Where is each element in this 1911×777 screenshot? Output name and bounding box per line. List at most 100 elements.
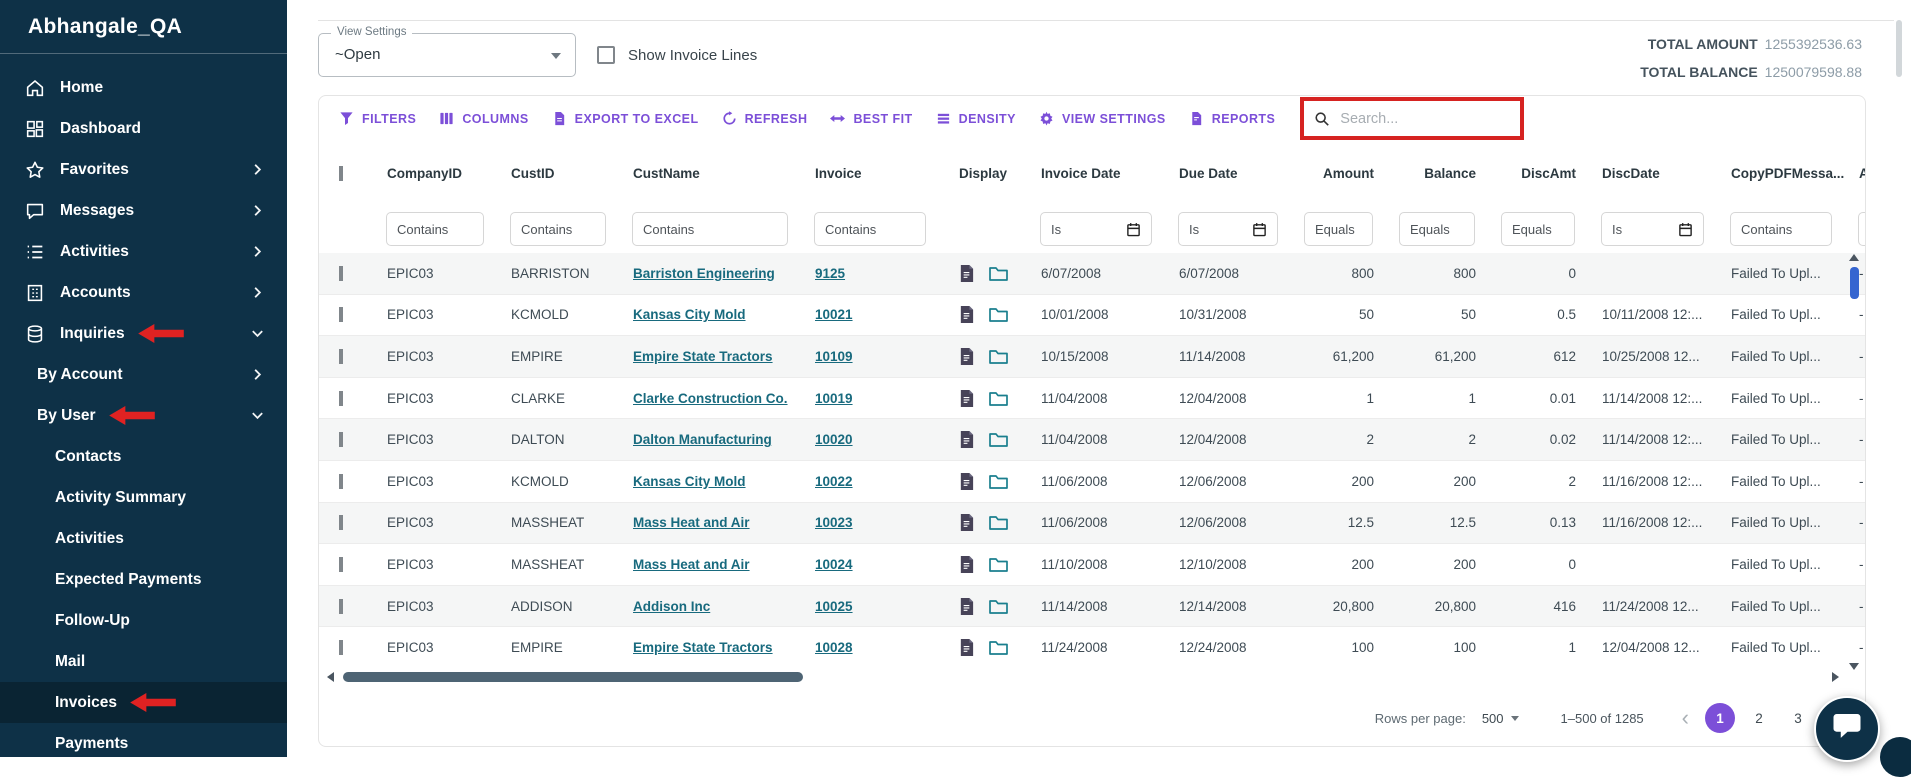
- folder-icon[interactable]: [988, 348, 1009, 365]
- customer-link[interactable]: Mass Heat and Air: [633, 515, 750, 530]
- filter-input-balance[interactable]: Equals: [1399, 212, 1475, 246]
- filter-input-disc_amt[interactable]: Equals: [1501, 212, 1575, 246]
- column-header-company[interactable]: CompanyID: [373, 166, 497, 181]
- rows-per-page-select[interactable]: 500: [1482, 711, 1519, 726]
- row-checkbox[interactable]: [339, 556, 343, 572]
- page-scrollbar-fragment[interactable]: [1896, 20, 1902, 77]
- filters-button[interactable]: FILTERS: [339, 111, 416, 126]
- vertical-scroll-thumb[interactable]: [1849, 267, 1859, 299]
- folder-icon[interactable]: [988, 431, 1009, 448]
- sidebar-item-inquiries[interactable]: Inquiries: [0, 313, 287, 354]
- scroll-right-arrow[interactable]: [1832, 672, 1839, 682]
- column-header-disc_date[interactable]: DiscDate: [1588, 166, 1717, 181]
- column-header-assigned[interactable]: Ass...: [1845, 166, 1865, 181]
- row-checkbox[interactable]: [339, 598, 343, 614]
- column-header-disc_amt[interactable]: DiscAmt: [1488, 166, 1588, 181]
- sidebar-item-follow-up[interactable]: Follow-Up: [0, 600, 287, 641]
- filter-input-invoice_date[interactable]: Is: [1040, 212, 1152, 246]
- folder-icon[interactable]: [988, 306, 1009, 323]
- pdf-document-icon[interactable]: [958, 513, 975, 532]
- chevron-right-icon[interactable]: [250, 162, 265, 177]
- invoice-link[interactable]: 10020: [815, 432, 853, 447]
- show-invoice-lines-checkbox[interactable]: [597, 46, 615, 64]
- invoice-link[interactable]: 10023: [815, 515, 853, 530]
- chevron-right-icon[interactable]: [250, 203, 265, 218]
- sidebar-item-contacts[interactable]: Contacts: [0, 436, 287, 477]
- sidebar-item-by-account[interactable]: By Account: [0, 354, 287, 395]
- sidebar-item-dashboard[interactable]: Dashboard: [0, 108, 287, 149]
- row-checkbox[interactable]: [339, 348, 343, 364]
- scroll-down-arrow[interactable]: [1849, 663, 1859, 670]
- sidebar-item-activity-summary[interactable]: Activity Summary: [0, 477, 287, 518]
- column-header-copy_pdf[interactable]: CopyPDFMessa...: [1717, 166, 1845, 181]
- column-header-balance[interactable]: Balance: [1386, 166, 1488, 181]
- page-button-1[interactable]: 1: [1705, 703, 1735, 733]
- prev-page-button[interactable]: ‹: [1682, 707, 1689, 729]
- pdf-document-icon[interactable]: [958, 555, 975, 574]
- sidebar-item-by-user[interactable]: By User: [0, 395, 287, 436]
- row-checkbox[interactable]: [339, 432, 343, 448]
- sidebar-item-payments[interactable]: Payments: [0, 723, 287, 764]
- sidebar-item-activities[interactable]: Activities: [0, 518, 287, 559]
- customer-link[interactable]: Clarke Construction Co.: [633, 391, 788, 406]
- pdf-document-icon[interactable]: [958, 347, 975, 366]
- sidebar-item-expected-payments[interactable]: Expected Payments: [0, 559, 287, 600]
- invoice-link[interactable]: 10019: [815, 391, 853, 406]
- sidebar-item-mail[interactable]: Mail: [0, 641, 287, 682]
- scroll-up-arrow[interactable]: [1849, 254, 1859, 261]
- filter-input-amount[interactable]: Equals: [1304, 212, 1373, 246]
- filter-input-invoice[interactable]: Contains: [814, 212, 926, 246]
- page-button-2[interactable]: 2: [1744, 703, 1774, 733]
- chat-launcher-button[interactable]: [1814, 696, 1880, 762]
- folder-icon[interactable]: [988, 514, 1009, 531]
- calendar-icon[interactable]: [1252, 222, 1267, 237]
- customer-link[interactable]: Kansas City Mold: [633, 307, 746, 322]
- search-input[interactable]: [1338, 109, 1509, 128]
- page-button-3[interactable]: 3: [1783, 703, 1813, 733]
- select-all-checkbox[interactable]: [339, 165, 343, 181]
- column-header-cust_id[interactable]: CustID: [497, 166, 619, 181]
- invoice-link[interactable]: 10109: [815, 349, 853, 364]
- sidebar-item-activities[interactable]: Activities: [0, 231, 287, 272]
- column-header-invoice_date[interactable]: Invoice Date: [1027, 166, 1165, 181]
- view-settings-select[interactable]: View Settings ~Open: [318, 26, 576, 77]
- column-header-display[interactable]: Display: [939, 166, 1027, 181]
- row-checkbox[interactable]: [339, 640, 343, 656]
- filter-input-disc_date[interactable]: Is: [1601, 212, 1704, 246]
- columns-button[interactable]: COLUMNS: [439, 111, 528, 126]
- column-header-invoice[interactable]: Invoice: [801, 166, 939, 181]
- calendar-icon[interactable]: [1126, 222, 1141, 237]
- invoice-link[interactable]: 9125: [815, 266, 845, 281]
- pdf-document-icon[interactable]: [958, 430, 975, 449]
- customer-link[interactable]: Barriston Engineering: [633, 266, 775, 281]
- folder-icon[interactable]: [988, 598, 1009, 615]
- chevron-right-icon[interactable]: [250, 244, 265, 259]
- invoice-link[interactable]: 10025: [815, 599, 853, 614]
- pdf-document-icon[interactable]: [958, 472, 975, 491]
- filter-input-company[interactable]: Contains: [386, 212, 484, 246]
- pdf-document-icon[interactable]: [958, 305, 975, 324]
- column-header-due_date[interactable]: Due Date: [1165, 166, 1291, 181]
- customer-link[interactable]: Mass Heat and Air: [633, 557, 750, 572]
- chat-widget-secondary-circle[interactable]: [1880, 737, 1911, 777]
- chevron-down-icon[interactable]: [250, 326, 265, 341]
- sidebar-item-home[interactable]: Home: [0, 67, 287, 108]
- best-fit-button[interactable]: BEST FIT: [830, 111, 912, 126]
- chevron-down-icon[interactable]: [250, 408, 265, 423]
- folder-icon[interactable]: [988, 556, 1009, 573]
- customer-link[interactable]: Empire State Tractors: [633, 640, 773, 655]
- refresh-button[interactable]: REFRESH: [722, 111, 808, 126]
- export-to-excel-button[interactable]: EXPORT TO EXCEL: [552, 111, 699, 126]
- filter-input-due_date[interactable]: Is: [1178, 212, 1278, 246]
- chevron-right-icon[interactable]: [250, 367, 265, 382]
- invoice-link[interactable]: 10022: [815, 474, 853, 489]
- folder-icon[interactable]: [988, 265, 1009, 282]
- row-checkbox[interactable]: [339, 473, 343, 489]
- folder-icon[interactable]: [988, 390, 1009, 407]
- customer-link[interactable]: Empire State Tractors: [633, 349, 773, 364]
- pdf-document-icon[interactable]: [958, 264, 975, 283]
- row-checkbox[interactable]: [339, 515, 343, 531]
- row-checkbox[interactable]: [339, 307, 343, 323]
- row-checkbox[interactable]: [339, 265, 343, 281]
- column-header-cust_name[interactable]: CustName: [619, 166, 801, 181]
